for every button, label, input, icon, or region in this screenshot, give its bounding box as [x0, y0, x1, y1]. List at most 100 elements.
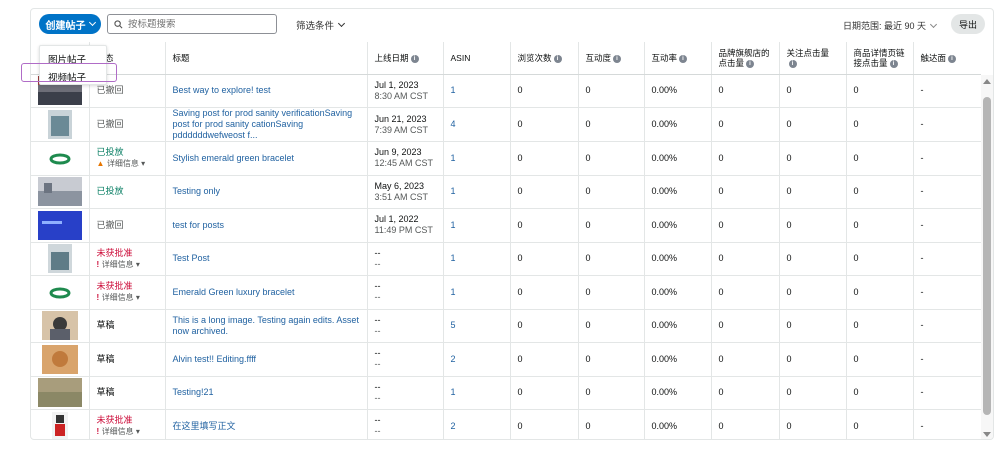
post-title-link[interactable]: This is a long image. Testing again edit…: [173, 315, 359, 336]
reach-cell: -: [913, 376, 981, 410]
asin-count-link[interactable]: 1: [451, 85, 456, 95]
table-row[interactable]: 未获批准! 详细信息 ▾ Test Post -- -- 1 0 0 0.00% 0 0 0-: [31, 242, 981, 276]
thumbnail[interactable]: [31, 242, 90, 276]
search-input[interactable]: [128, 18, 268, 30]
table-row[interactable]: 已投放 Testing only May 6, 2023 3:51 AM CST 1 0 0…: [31, 175, 981, 209]
thumbnail[interactable]: [31, 275, 90, 310]
reach-cell: -: [913, 242, 981, 276]
asin-cell: 1: [443, 141, 511, 176]
header-engagement[interactable]: 互动度 i: [578, 42, 645, 75]
thumbnail[interactable]: [31, 175, 90, 209]
info-icon[interactable]: i: [613, 54, 622, 63]
header-views[interactable]: 浏览次数 i: [510, 42, 579, 75]
date-cell: Jul 1, 2023 8:30 AM CST: [367, 74, 444, 108]
date-cell: -- --: [367, 242, 444, 276]
post-title-link[interactable]: Alvin test!! Editing.ffff: [173, 354, 257, 364]
title-cell: This is a long image. Testing again edit…: [165, 309, 368, 343]
thumbnail[interactable]: [31, 107, 90, 142]
info-icon[interactable]: i: [788, 59, 797, 68]
posts-table: 状态 标题 上线日期i ASIN 浏览次数i 互动度i 互动率i 品牌旗舰店的点…: [31, 42, 981, 439]
asin-count-link[interactable]: 2: [451, 354, 456, 364]
header-reach[interactable]: 触达面 i: [913, 42, 981, 75]
title-cell: Stylish emerald green bracelet: [165, 141, 368, 176]
post-title-link[interactable]: Testing only: [173, 186, 221, 196]
details-toggle[interactable]: ! 详细信息 ▾: [97, 259, 158, 270]
chevron-down-icon: [929, 20, 938, 28]
scroll-down-arrow-icon[interactable]: [983, 432, 991, 437]
info-icon[interactable]: i: [553, 54, 562, 63]
asin-count-link[interactable]: 2: [451, 421, 456, 431]
post-title-link[interactable]: Best way to explore! test: [173, 85, 271, 95]
status-cell: 未获批准! 详细信息 ▾: [89, 275, 166, 310]
info-icon[interactable]: i: [889, 59, 898, 68]
header-store-clicks[interactable]: 品牌旗舰店的 点击量 i: [711, 42, 780, 75]
asin-count-link[interactable]: 1: [451, 387, 456, 397]
table-row[interactable]: 已撤回 Saving post for prod sanity verificat…: [31, 107, 981, 142]
asin-count-link[interactable]: 1: [451, 153, 456, 163]
title-cell: Best way to explore! test: [165, 74, 368, 108]
thumbnail[interactable]: [31, 376, 90, 410]
details-toggle[interactable]: ! 详细信息 ▾: [97, 426, 158, 437]
table-row[interactable]: 草稿 This is a long image. Testing again ed…: [31, 309, 981, 343]
create-post-button[interactable]: 创建帖子: [39, 14, 101, 34]
details-toggle[interactable]: ▲ 详细信息 ▾: [97, 158, 158, 169]
header-detail-clicks[interactable]: 商品详情页链 接点击量 i: [846, 42, 914, 75]
info-icon[interactable]: i: [746, 59, 755, 68]
filter-dropdown[interactable]: 筛选条件: [296, 18, 346, 32]
asin-cell: 2: [443, 409, 511, 439]
post-title-link[interactable]: test for posts: [173, 220, 225, 230]
header-asin[interactable]: ASIN: [443, 42, 511, 75]
table-row[interactable]: 未获批准! 详细信息 ▾ 在这里填写正文 -- -- 2 0 0 0.00% 0 0 0-: [31, 409, 981, 439]
info-icon[interactable]: i: [410, 54, 419, 63]
post-title-link[interactable]: Emerald Green luxury bracelet: [173, 287, 295, 297]
thumbnail[interactable]: [31, 141, 90, 176]
post-date: --: [374, 415, 381, 426]
asin-cell: 2: [443, 342, 511, 377]
asin-count-link[interactable]: 4: [451, 119, 456, 129]
table-row[interactable]: 草稿 Testing!21 -- -- 1 0 0 0.00% 0 0 0-: [31, 376, 981, 410]
status-badge: 已撤回: [96, 219, 124, 230]
thumbnail[interactable]: [31, 208, 90, 243]
asin-count-link[interactable]: 1: [451, 186, 456, 196]
thumbnail[interactable]: [31, 409, 90, 439]
table-row[interactable]: 已撤回 test for posts Jul 1, 2022 11:49 PM CST…: [31, 208, 981, 243]
views-cell: 0: [510, 309, 579, 343]
post-title-link[interactable]: Testing!21: [173, 387, 214, 397]
header-title[interactable]: 标题: [165, 42, 368, 75]
asin-count-link[interactable]: 1: [451, 220, 456, 230]
header-engagement-rate[interactable]: 互动率 i: [644, 42, 712, 75]
table-row[interactable]: 已撤回 Best way to explore! test Jul 1, 2023 8…: [31, 74, 981, 108]
table-row[interactable]: 已投放 ▲ 详细信息 ▾ Stylish emerald green bracele…: [31, 141, 981, 176]
asin-count-link[interactable]: 1: [451, 287, 456, 297]
detail-clicks-cell: 0: [846, 242, 914, 276]
scroll-up-arrow-icon[interactable]: [983, 79, 991, 84]
date-range-dropdown[interactable]: 日期范围: 最近 90 天: [843, 19, 938, 32]
details-toggle[interactable]: ! 详细信息 ▾: [97, 292, 158, 303]
reach-cell: -: [913, 275, 981, 310]
post-title-link[interactable]: Test Post: [173, 253, 210, 263]
post-title-link[interactable]: Saving post for prod sanity verification…: [173, 108, 353, 140]
thumbnail[interactable]: [31, 309, 90, 343]
thumbnail[interactable]: [31, 342, 90, 377]
table-row[interactable]: 未获批准! 详细信息 ▾ Emerald Green luxury bracele…: [31, 275, 981, 310]
info-icon[interactable]: i: [679, 54, 688, 63]
follow-clicks-cell: 0: [779, 107, 847, 142]
search-box[interactable]: [107, 14, 277, 34]
asin-count-link[interactable]: 1: [451, 253, 456, 263]
post-date: --: [374, 348, 381, 359]
header-follow-clicks[interactable]: 关注点击量i: [779, 42, 847, 75]
vertical-scrollbar[interactable]: [981, 75, 993, 439]
table-row[interactable]: 草稿 Alvin test!! Editing.ffff -- -- 2 0 0 0.00% 0…: [31, 342, 981, 377]
header-date[interactable]: 上线日期 i: [367, 42, 444, 75]
export-button[interactable]: 导出: [951, 14, 985, 34]
post-title-link[interactable]: 在这里填写正文: [173, 421, 236, 431]
scrollbar-thumb[interactable]: [983, 97, 991, 415]
info-icon[interactable]: i: [948, 54, 957, 63]
post-date: Jun 21, 2023: [374, 113, 427, 124]
asin-count-link[interactable]: 5: [451, 320, 456, 330]
detail-clicks-cell: 0: [846, 141, 914, 176]
post-title-link[interactable]: Stylish emerald green bracelet: [173, 153, 295, 163]
engagement-cell: 0: [578, 141, 645, 176]
engagement-rate-cell: 0.00%: [644, 208, 712, 243]
asin-cell: 5: [443, 309, 511, 343]
